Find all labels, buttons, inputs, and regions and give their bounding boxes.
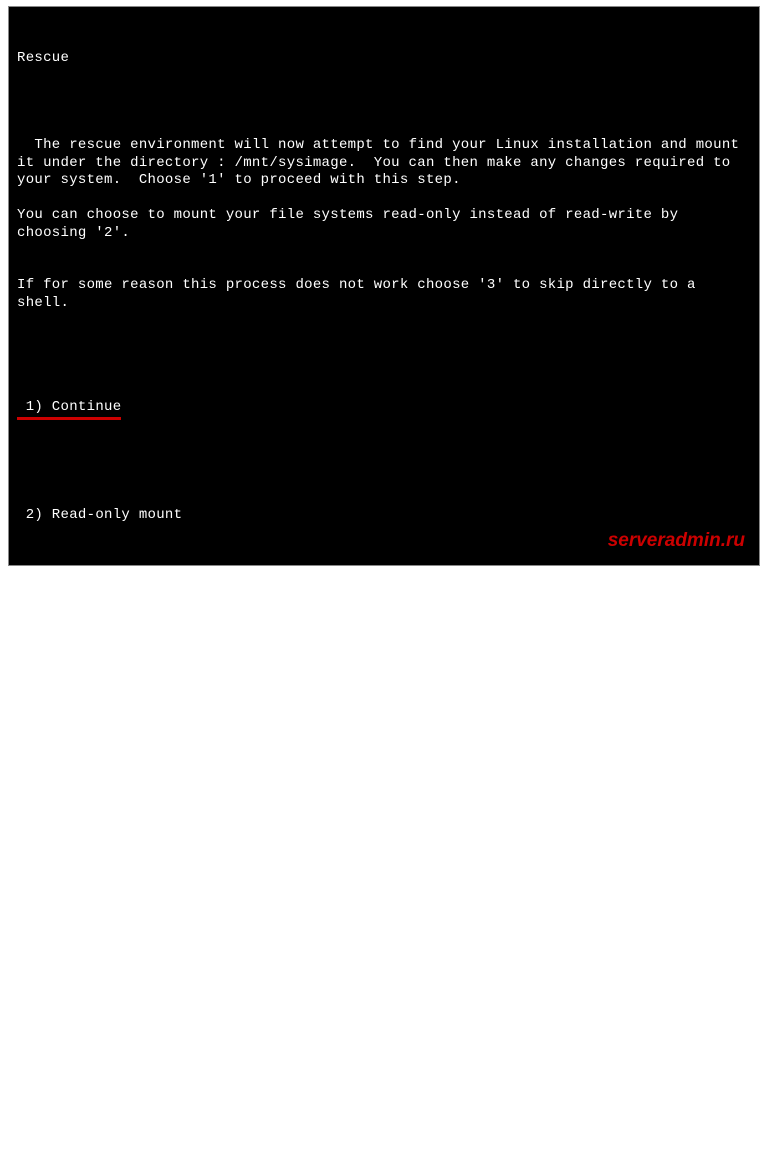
option-1-continue: 1) Continue (17, 399, 751, 420)
blank-line (17, 347, 751, 364)
intro-paragraph: The rescue environment will now attempt … (17, 137, 748, 188)
chroot-intro: If you would like to make your system th… (17, 1134, 751, 1152)
intro-readonly: You can choose to mount your file system… (17, 207, 751, 242)
blank-line (17, 559, 751, 576)
option-2-readonly: 2) Read-only mount (17, 507, 751, 525)
terminal-window[interactable]: Rescue The rescue environment will now a… (8, 6, 760, 566)
blank-line (17, 455, 751, 472)
mount-msg: Your system has been mounted under /mnt/… (17, 1030, 751, 1048)
blank-line (17, 664, 751, 681)
selection-prompt[interactable]: Please make a selection from the above: … (17, 820, 751, 838)
separator-line: ========================================… (17, 873, 751, 891)
blank-line (17, 768, 751, 785)
blank-line (17, 1082, 751, 1099)
rescue-header: Rescue (17, 50, 751, 68)
blank-line (17, 978, 751, 995)
mount-header: Rescue Mount (17, 925, 751, 943)
option-3-skip: 3) Skip to shell (17, 611, 751, 629)
blank-line (17, 103, 751, 120)
watermark-text: serveradmin.ru (608, 529, 745, 553)
intro-skip: If for some reason this process does not… (17, 277, 751, 312)
option-4-quit: 4) Quit (Reboot) (17, 716, 751, 734)
selection-value: 1 (374, 820, 383, 836)
